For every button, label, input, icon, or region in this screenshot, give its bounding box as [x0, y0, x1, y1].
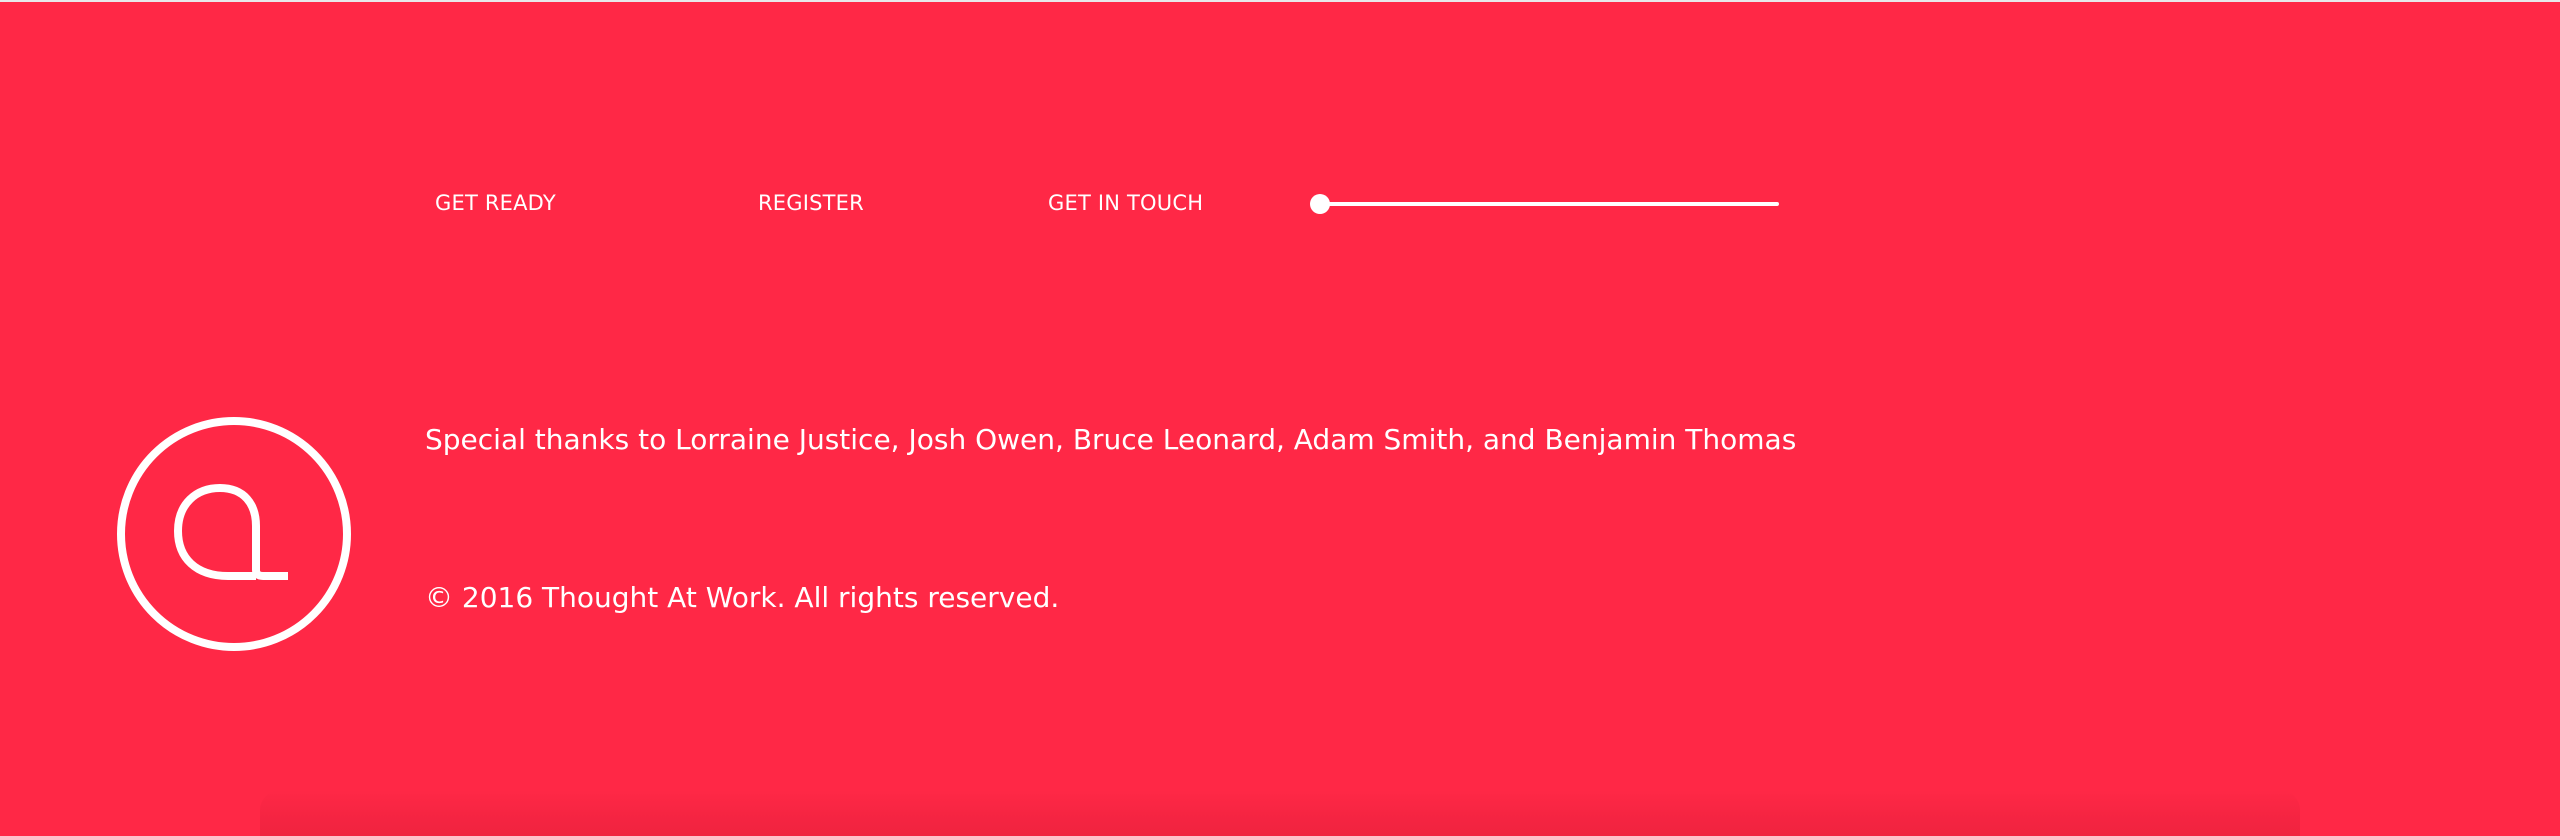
footer-credits: Special thanks to Lorraine Justice, Josh… [425, 423, 1797, 456]
at-sign-circle-icon [117, 417, 351, 651]
thought-at-work-logo [116, 416, 352, 652]
nav-link-get-ready[interactable]: GET READY [435, 190, 556, 216]
scroll-progress-track[interactable] [1319, 202, 1779, 206]
scroll-progress-handle[interactable] [1310, 194, 1330, 214]
nav-link-register[interactable]: REGISTER [758, 190, 864, 216]
footer-navigation: GET READY REGISTER GET IN TOUCH [0, 0, 2560, 836]
footer-copyright: © 2016 Thought At Work. All rights reser… [425, 581, 1060, 614]
nav-link-get-in-touch[interactable]: GET IN TOUCH [1048, 190, 1203, 216]
section-shadow [260, 790, 2300, 836]
